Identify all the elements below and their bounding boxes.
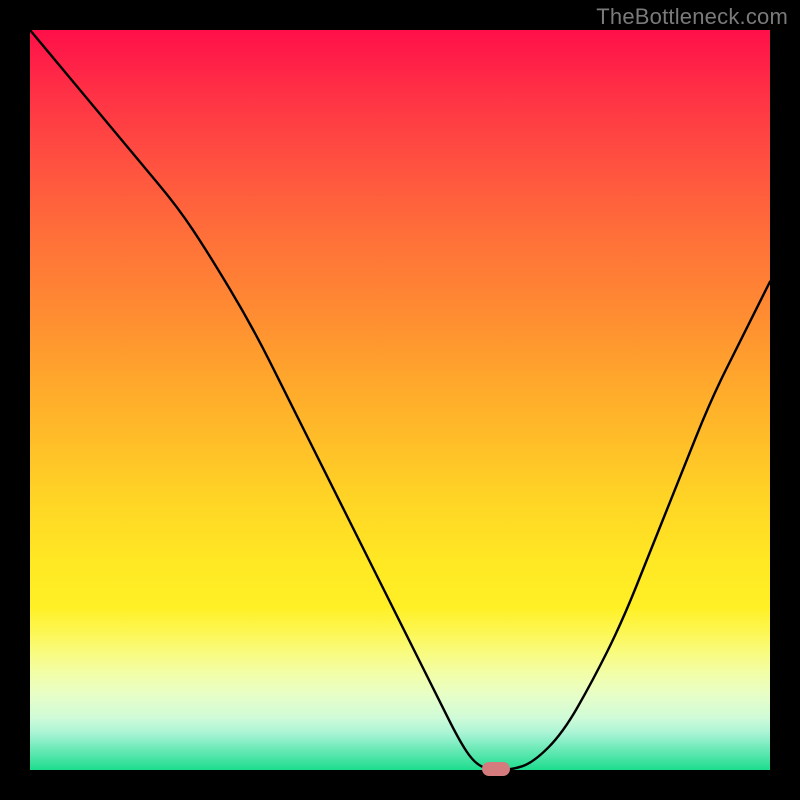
optimal-marker (482, 762, 510, 776)
plot-area (30, 30, 770, 770)
curve-svg (30, 30, 770, 770)
chart-container: TheBottleneck.com (0, 0, 800, 800)
watermark-text: TheBottleneck.com (596, 4, 788, 30)
bottleneck-curve (30, 30, 770, 770)
